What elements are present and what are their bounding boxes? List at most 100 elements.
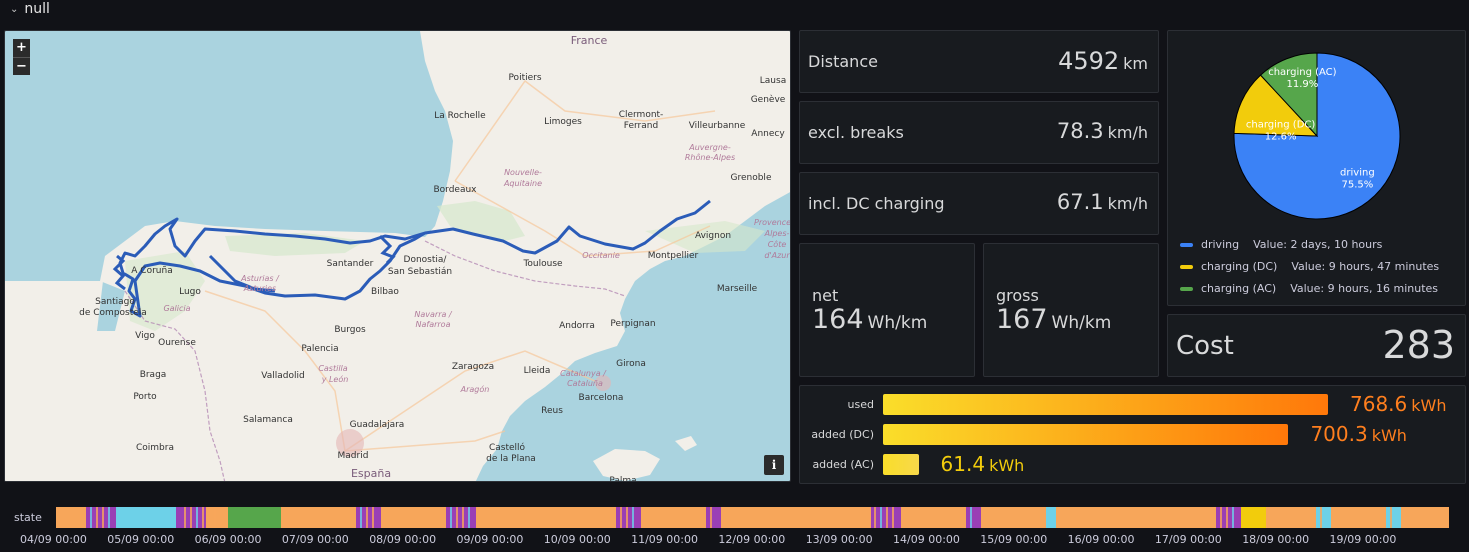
timeline-segment-17[interactable] — [966, 507, 981, 528]
timeline-tick-1: 05/09 00:00 — [107, 533, 175, 546]
legend-item-2[interactable]: charging (AC) Value: 9 hours, 16 minutes — [1180, 282, 1438, 295]
pie-label-name-0: driving — [1340, 168, 1375, 179]
timeline-segment-27[interactable] — [1401, 507, 1449, 528]
net-label: net — [812, 286, 839, 305]
row-header[interactable]: ⌄ null — [10, 0, 50, 18]
distance-panel[interactable]: Distance 4592 km — [799, 30, 1159, 93]
timeline-segment-10[interactable] — [476, 507, 616, 528]
map-region-label-11: Galicia — [163, 304, 190, 313]
legend-value-1: Value: 9 hours, 47 minutes — [1291, 260, 1440, 273]
distance-label: Distance — [808, 52, 878, 71]
net-panel[interactable]: net 164 Wh/km — [799, 243, 975, 377]
timeline-tick-9: 13/09 00:00 — [805, 533, 873, 546]
row-title: null — [24, 1, 50, 17]
map-panel[interactable]: Nouvelle- Aquitaine Auvergne- Rhône-Alpes Pr… — [4, 30, 791, 482]
map-city-label-10: Bordeaux — [433, 185, 477, 195]
timeline-segment-21[interactable] — [1216, 507, 1241, 528]
legend-swatch-0 — [1180, 242, 1193, 247]
timeline-stripe-0 — [90, 507, 92, 528]
map-city-label-0: Poitiers — [508, 73, 541, 83]
cost-panel[interactable]: Cost 283 — [1167, 314, 1466, 377]
map-city-label-35: Barcelona — [579, 393, 624, 403]
timeline-tick-0: 04/09 00:00 — [20, 533, 87, 546]
legend-name-0: driving — [1201, 238, 1240, 251]
map-city-label-13: Toulouse — [522, 259, 563, 269]
map-region-label-1: Aquitaine — [503, 179, 542, 188]
timeline-segment-12[interactable] — [641, 507, 706, 528]
timeline-segment-26[interactable] — [1386, 507, 1401, 528]
map-city-label-26: Palencia — [301, 344, 338, 354]
map-region-label-16: Aragón — [460, 384, 490, 394]
timeline-segment-11[interactable] — [616, 507, 641, 528]
timeline-stripe-2 — [102, 507, 104, 528]
timeline-segment-13[interactable] — [706, 507, 721, 528]
gross-value: 167 Wh/km — [996, 304, 1112, 335]
pie-label-pct-2: 11.9% — [1287, 79, 1319, 90]
legend-item-0[interactable]: driving Value: 2 days, 10 hours — [1180, 238, 1382, 251]
timeline-stripe-3 — [108, 507, 110, 528]
timeline-stripe-24 — [970, 507, 972, 528]
gross-label: gross — [996, 286, 1039, 305]
timeline-segment-8[interactable] — [381, 507, 446, 528]
net-value: 164 Wh/km — [812, 304, 928, 335]
timeline-stripe-23 — [892, 507, 894, 528]
timeline-segment-5[interactable] — [228, 507, 281, 528]
timeline-segment-6[interactable] — [281, 507, 356, 528]
timeline-segment-16[interactable] — [901, 507, 966, 528]
timeline-segment-14[interactable] — [721, 507, 871, 528]
timeline-segment-23[interactable] — [1266, 507, 1316, 528]
map-region-label-9: Asturias / — [240, 274, 280, 283]
timeline-tick-7: 11/09 00:00 — [631, 533, 698, 546]
energy-value-1: 700.3 kWh — [1310, 422, 1407, 446]
gross-panel[interactable]: gross 167 Wh/km — [983, 243, 1159, 377]
timeline-stripe-18 — [632, 507, 634, 528]
energy-bar-panel[interactable]: used 768.6 kWh added (DC) 700.3 kWh added (AC)… — [799, 385, 1466, 484]
timeline-segment-20[interactable] — [1056, 507, 1216, 528]
timeline-segment-0[interactable] — [56, 507, 86, 528]
legend-item-1[interactable]: charging (DC) Value: 9 hours, 47 minutes — [1180, 260, 1439, 273]
timeline-stripe-19 — [710, 507, 712, 528]
zoom-in-button[interactable]: + — [13, 39, 30, 57]
map-country-label-0: France — [571, 34, 608, 47]
zoom-control[interactable]: + − — [13, 39, 30, 75]
timeline-stripe-15 — [468, 507, 470, 528]
timeline-segment-25[interactable] — [1331, 507, 1386, 528]
pie-panel[interactable]: driving 75.5% charging (DC) 12.6% charging (… — [1167, 30, 1466, 306]
zoom-out-button[interactable]: − — [13, 57, 30, 75]
timeline-label: state — [14, 511, 42, 524]
incl-dc-panel[interactable]: incl. DC charging 67.1 km/h — [799, 172, 1159, 235]
state-timeline[interactable] — [56, 507, 1449, 528]
timeline-tick-2: 06/09 00:00 — [194, 533, 262, 546]
energy-bar-1 — [883, 424, 1289, 445]
timeline-segment-22[interactable] — [1241, 507, 1266, 528]
timeline-segment-7[interactable] — [356, 507, 381, 528]
excl-breaks-label: excl. breaks — [808, 123, 904, 142]
legend-value-2: Value: 9 hours, 16 minutes — [1290, 282, 1439, 295]
map-info-button[interactable]: i — [764, 455, 784, 475]
map-canvas[interactable]: Nouvelle- Aquitaine Auvergne-Rhône-Alpes Pr… — [5, 31, 791, 482]
map-city-label-19: A Coruña — [131, 266, 172, 276]
timeline-segment-4[interactable] — [206, 507, 228, 528]
timeline-segment-18[interactable] — [981, 507, 1046, 528]
legend-name-2: charging (AC) — [1201, 282, 1277, 295]
map-city-label-23: Vigo — [135, 331, 155, 341]
map-region-label-18: Cataluña — [567, 379, 603, 388]
map-region-label-13: Nafarroa — [416, 320, 451, 329]
chevron-down-icon[interactable]: ⌄ — [10, 4, 18, 15]
map-city-label-20: Lugo — [179, 287, 201, 297]
map-city-label-3: Clermont- — [619, 110, 664, 120]
timeline-segment-2[interactable] — [116, 507, 176, 528]
excl-breaks-panel[interactable]: excl. breaks 78.3 km/h — [799, 101, 1159, 164]
timeline-segment-24[interactable] — [1316, 507, 1331, 528]
timeline-segment-19[interactable] — [1046, 507, 1056, 528]
timeline-tick-8: 12/09 00:00 — [718, 533, 786, 546]
timeline-stripe-9 — [360, 507, 362, 528]
timeline-stripe-11 — [372, 507, 374, 528]
map-region-label-3: Rhône-Alpes — [685, 152, 735, 162]
timeline-tick-13: 17/09 00:00 — [1154, 533, 1222, 546]
incl-dc-label: incl. DC charging — [808, 194, 945, 213]
energy-value-0: 768.6 kWh — [1350, 392, 1447, 416]
map-city-label-16: Donostia/ — [404, 255, 448, 265]
timeline-tick-4: 08/09 00:00 — [369, 533, 437, 546]
map-city-label-18: Bilbao — [371, 287, 399, 297]
